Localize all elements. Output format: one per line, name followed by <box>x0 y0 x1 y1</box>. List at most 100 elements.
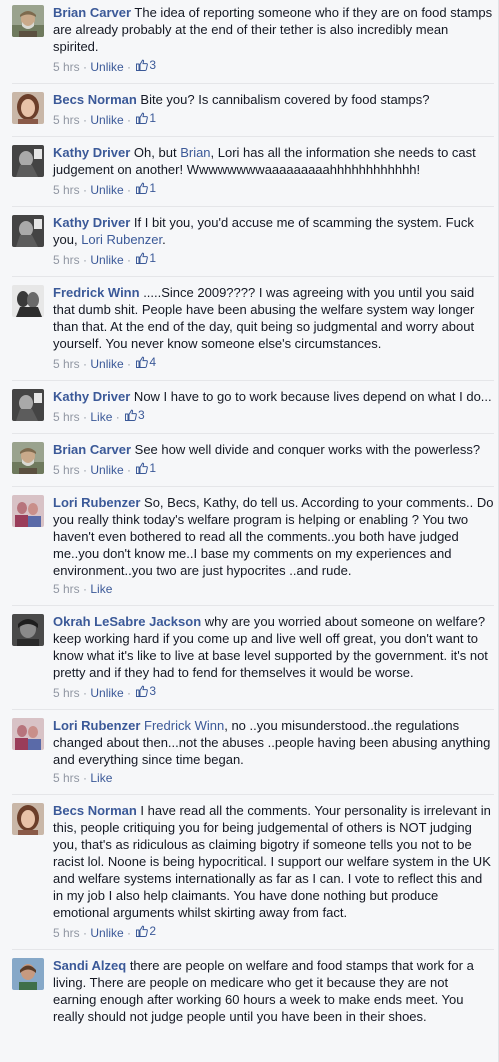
comment-timestamp[interactable]: 5 hrs <box>53 463 80 477</box>
comment-author-link[interactable]: Sandi Alzeq <box>53 958 126 973</box>
meta-separator: · <box>79 357 91 371</box>
brian-carver-avatar[interactable] <box>12 442 44 474</box>
like-count-value: 1 <box>149 251 157 265</box>
comment-author-link[interactable]: Kathy Driver <box>53 215 130 230</box>
comment-author-link[interactable]: Becs Norman <box>53 92 137 107</box>
comment-content: Brian Carver The idea of reporting someo… <box>53 4 494 75</box>
okrah-lesabre-jackson-avatar[interactable] <box>12 614 44 646</box>
like-count[interactable]: 1 <box>134 110 156 126</box>
fredrick-winn-avatar[interactable] <box>12 285 44 317</box>
meta-separator: · <box>123 357 135 371</box>
comment-author-link[interactable]: Lori Rubenzer <box>53 495 140 510</box>
like-count-value: 3 <box>149 684 157 698</box>
comment-timestamp[interactable]: 5 hrs <box>53 357 80 371</box>
comment-timestamp[interactable]: 5 hrs <box>53 253 80 267</box>
comment-text: Kathy Driver Oh, but Brian, Lori has all… <box>53 144 494 178</box>
lori-rubenzer-avatar[interactable] <box>12 718 44 750</box>
like-count[interactable]: 3 <box>134 57 156 73</box>
comment-timestamp[interactable]: 5 hrs <box>53 582 80 596</box>
mention-link[interactable]: Brian <box>180 145 210 160</box>
comment-author-link[interactable]: Brian Carver <box>53 5 131 20</box>
unlike-button[interactable]: Unlike <box>90 253 123 267</box>
comment-text: Brian Carver The idea of reporting someo… <box>53 4 494 55</box>
like-count[interactable]: 1 <box>134 460 156 476</box>
thumbs-up-icon <box>136 925 149 937</box>
thumbs-up-icon <box>136 252 149 264</box>
comment-content: Kathy Driver Now I have to go to work be… <box>53 388 494 425</box>
comment-content: Becs Norman Bite you? Is cannibalism cov… <box>53 91 494 128</box>
comment-author-link[interactable]: Okrah LeSabre Jackson <box>53 614 201 629</box>
like-count[interactable]: 4 <box>134 354 156 370</box>
thumbs-up-icon <box>136 59 149 71</box>
comment-text: Lori Rubenzer So, Becs, Kathy, do tell u… <box>53 494 494 579</box>
becs-norman-avatar[interactable] <box>12 92 44 124</box>
comment-meta: 5 hrs · Unlike · 4 <box>53 354 494 372</box>
comment-item: Lori Rubenzer So, Becs, Kathy, do tell u… <box>12 486 494 605</box>
thumbs-up-icon <box>136 112 149 124</box>
kathy-driver-avatar[interactable] <box>12 215 44 247</box>
comment-author-link[interactable]: Lori Rubenzer <box>53 718 140 733</box>
comment-body-text: Now I have to go to work because lives d… <box>130 389 492 404</box>
comment-text: Lori Rubenzer Fredrick Winn, no ..you mi… <box>53 717 494 768</box>
thumbs-up-icon <box>136 356 149 368</box>
comment-timestamp[interactable]: 5 hrs <box>53 410 80 424</box>
meta-separator: · <box>123 60 135 74</box>
like-button[interactable]: Like <box>90 771 112 785</box>
comment-content: Kathy Driver If I bit you, you'd accuse … <box>53 214 494 268</box>
like-count-value: 3 <box>138 408 145 422</box>
comment-text: Kathy Driver If I bit you, you'd accuse … <box>53 214 494 248</box>
unlike-button[interactable]: Unlike <box>90 113 123 127</box>
like-count[interactable]: 3 <box>134 683 156 699</box>
mention-link[interactable]: Fredrick Winn <box>144 718 224 733</box>
comment-meta: 5 hrs · Unlike · 3 <box>53 683 494 701</box>
comment-item: Kathy Driver Now I have to go to work be… <box>12 380 494 433</box>
comment-content: Kathy Driver Oh, but Brian, Lori has all… <box>53 144 494 198</box>
like-count[interactable]: 1 <box>134 180 156 196</box>
brian-carver-avatar[interactable] <box>12 5 44 37</box>
unlike-button[interactable]: Unlike <box>90 926 123 940</box>
like-count[interactable]: 2 <box>134 923 156 939</box>
comment-body-text: See how well divide and conquer works wi… <box>131 442 481 457</box>
meta-separator: · <box>79 582 91 596</box>
comment-timestamp[interactable]: 5 hrs <box>53 771 80 785</box>
kathy-driver-avatar[interactable] <box>12 145 44 177</box>
comment-author-link[interactable]: Kathy Driver <box>53 145 130 160</box>
unlike-button[interactable]: Unlike <box>90 60 123 74</box>
like-count[interactable]: 1 <box>134 250 156 266</box>
mention-link[interactable]: Lori Rubenzer <box>81 232 162 247</box>
comment-author-link[interactable]: Brian Carver <box>53 442 131 457</box>
comment-author-link[interactable]: Kathy Driver <box>53 389 130 404</box>
like-button[interactable]: Like <box>90 410 112 424</box>
comment-item: Lori Rubenzer Fredrick Winn, no ..you mi… <box>12 709 494 794</box>
comment-timestamp[interactable]: 5 hrs <box>53 113 80 127</box>
comment-content: Brian Carver See how well divide and con… <box>53 441 494 478</box>
comment-meta: 5 hrs · Unlike · 1 <box>53 180 494 198</box>
unlike-button[interactable]: Unlike <box>90 686 123 700</box>
lori-rubenzer-avatar[interactable] <box>12 495 44 527</box>
comment-body-text: I have read all the comments. Your perso… <box>53 803 495 920</box>
comment-timestamp[interactable]: 5 hrs <box>53 926 80 940</box>
thumbs-up-icon <box>125 409 137 421</box>
meta-separator: · <box>112 410 124 424</box>
comment-item: Brian Carver The idea of reporting someo… <box>12 0 494 83</box>
comment-item: Becs Norman Bite you? Is cannibalism cov… <box>12 83 494 136</box>
unlike-button[interactable]: Unlike <box>90 183 123 197</box>
sandi-alzeq-avatar[interactable] <box>12 958 44 990</box>
thumbs-up-icon <box>136 182 149 194</box>
comment-author-link[interactable]: Becs Norman <box>53 803 137 818</box>
comment-meta: 5 hrs · Unlike · 1 <box>53 460 494 478</box>
comment-author-link[interactable]: Fredrick Winn <box>53 285 140 300</box>
like-button[interactable]: Like <box>90 582 112 596</box>
comment-timestamp[interactable]: 5 hrs <box>53 183 80 197</box>
becs-norman-avatar[interactable] <box>12 803 44 835</box>
comment-timestamp[interactable]: 5 hrs <box>53 60 80 74</box>
like-count-value: 1 <box>149 461 157 475</box>
comment-item: Brian Carver See how well divide and con… <box>12 433 494 486</box>
unlike-button[interactable]: Unlike <box>90 463 123 477</box>
comment-timestamp[interactable]: 5 hrs <box>53 686 80 700</box>
like-count[interactable]: 3 <box>123 407 145 423</box>
unlike-button[interactable]: Unlike <box>90 357 123 371</box>
comment-text: Sandi Alzeq there are people on welfare … <box>53 957 494 1025</box>
comment-item: Okrah LeSabre Jackson why are you worrie… <box>12 605 494 709</box>
kathy-driver-avatar[interactable] <box>12 389 44 421</box>
